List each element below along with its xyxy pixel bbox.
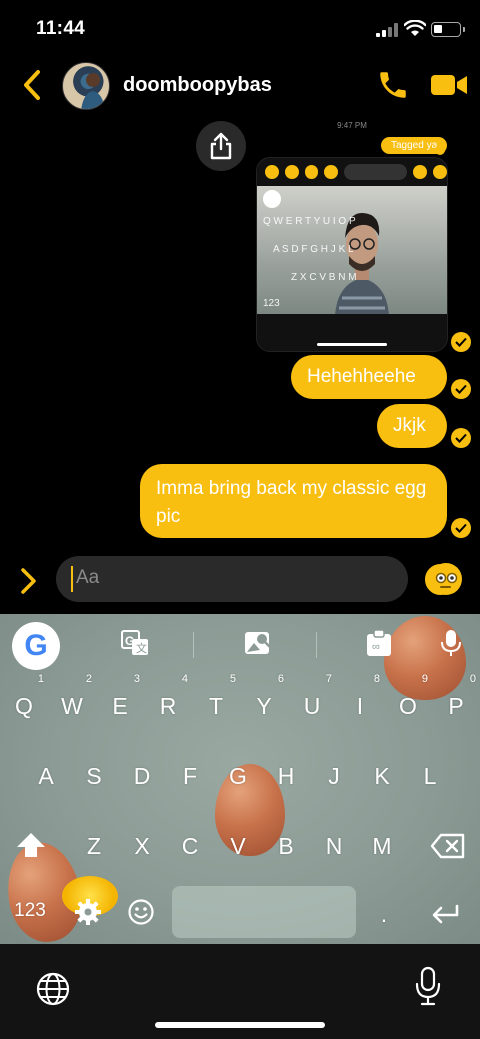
svg-text:文: 文 [136,641,147,655]
svg-text:∞: ∞ [372,641,380,653]
check-icon [451,379,471,399]
period-key[interactable]: . [362,894,406,934]
return-icon[interactable] [430,903,460,925]
battery-icon [431,22,465,37]
backspace-icon[interactable] [430,833,466,859]
key-j[interactable]: J [312,756,356,796]
key-u[interactable]: 7U [290,674,334,726]
translate-icon[interactable]: G 文 [120,628,150,658]
settings-icon[interactable] [74,898,102,926]
numbers-key[interactable]: 123 [8,891,52,931]
contact-username[interactable]: doomboopybas [123,74,272,97]
sticker-icon[interactable] [428,561,464,597]
key-z[interactable]: Z [72,826,116,866]
photo-mini-bottom-bar [257,314,447,351]
key-k[interactable]: K [360,756,404,796]
search-image-icon[interactable] [243,628,273,658]
video-camera-icon[interactable] [430,70,468,100]
key-c[interactable]: C [168,826,212,866]
message-input[interactable]: Aa [56,556,457,602]
key-g[interactable]: G [216,756,260,796]
key-h[interactable]: H [264,756,308,796]
back-chevron-icon[interactable] [18,68,48,102]
message-timestamp: 9:47 PM [337,121,367,130]
key-d[interactable]: D [120,756,164,796]
message-bubble[interactable]: Hehehheehe [291,355,447,399]
key-q[interactable]: 1Q [2,674,46,726]
key-t[interactable]: 5T [194,674,238,726]
key-l[interactable]: L [408,756,452,796]
message-bubble[interactable]: Jkjk [377,404,447,448]
photo-mini-keyboard: Q W E R T Y U I O P A S D F G H J K L Z … [263,216,357,309]
key-a[interactable]: A [24,756,68,796]
key-e[interactable]: 3E [98,674,142,726]
signal-icon [376,23,400,37]
text-cursor [71,566,73,592]
key-i[interactable]: 8I [338,674,382,726]
key-p[interactable]: 0P [434,674,478,726]
globe-icon[interactable] [36,972,70,1006]
photo-mini-toolbar [257,158,447,186]
keyboard: G G 文 ∞ 1Q 2W 3E 4R 5T 6Y 7U 8I 9O 0P A [0,614,480,944]
message-text: Hehehheehe [307,366,416,387]
chat-header: doomboopybas [0,58,480,114]
key-b[interactable]: B [264,826,308,866]
key-n[interactable]: N [312,826,356,866]
key-y[interactable]: 6Y [242,674,286,726]
google-logo: G [24,629,48,662]
key-m[interactable]: M [360,826,404,866]
toolbar-divider [193,632,194,658]
share-icon [210,132,232,160]
check-icon [451,518,471,538]
dictation-mic-icon[interactable] [414,966,442,1006]
check-icon [451,332,471,352]
key-f[interactable]: F [168,756,212,796]
keyboard-emoji-icon[interactable] [127,898,155,926]
mic-icon[interactable] [437,628,465,658]
shift-icon[interactable] [14,830,48,860]
check-icon [435,145,445,155]
status-time: 11:44 [36,18,86,39]
status-bar: 11:44 [0,0,480,58]
key-x[interactable]: X [120,826,164,866]
share-button[interactable] [196,121,246,171]
message-bubble[interactable]: Imma bring back my classic egg pic [140,464,447,538]
space-bar[interactable] [172,886,356,938]
message-text: Jkjk [393,415,426,436]
phone-icon[interactable] [376,68,410,102]
expand-chevron-icon[interactable] [17,566,39,596]
key-v[interactable]: V [216,826,260,866]
avatar[interactable] [62,62,110,110]
message-text: Imma bring back my classic egg pic [156,478,427,527]
home-indicator[interactable] [155,1022,325,1028]
key-w[interactable]: 2W [50,674,94,726]
key-r[interactable]: 4R [146,674,190,726]
toolbar-divider [316,632,317,658]
check-icon [451,428,471,448]
clipboard-icon[interactable]: ∞ [364,628,394,658]
wifi-icon [404,20,426,36]
key-o[interactable]: 9O [386,674,430,726]
google-button[interactable]: G [12,622,60,670]
message-composer: Aa [0,556,480,606]
key-s[interactable]: S [72,756,116,796]
keyboard-bottom-bar [0,944,480,1039]
message-placeholder: Aa [76,567,100,588]
shared-photo[interactable]: Q W E R T Y U I O P A S D F G H J K L Z … [256,157,448,352]
